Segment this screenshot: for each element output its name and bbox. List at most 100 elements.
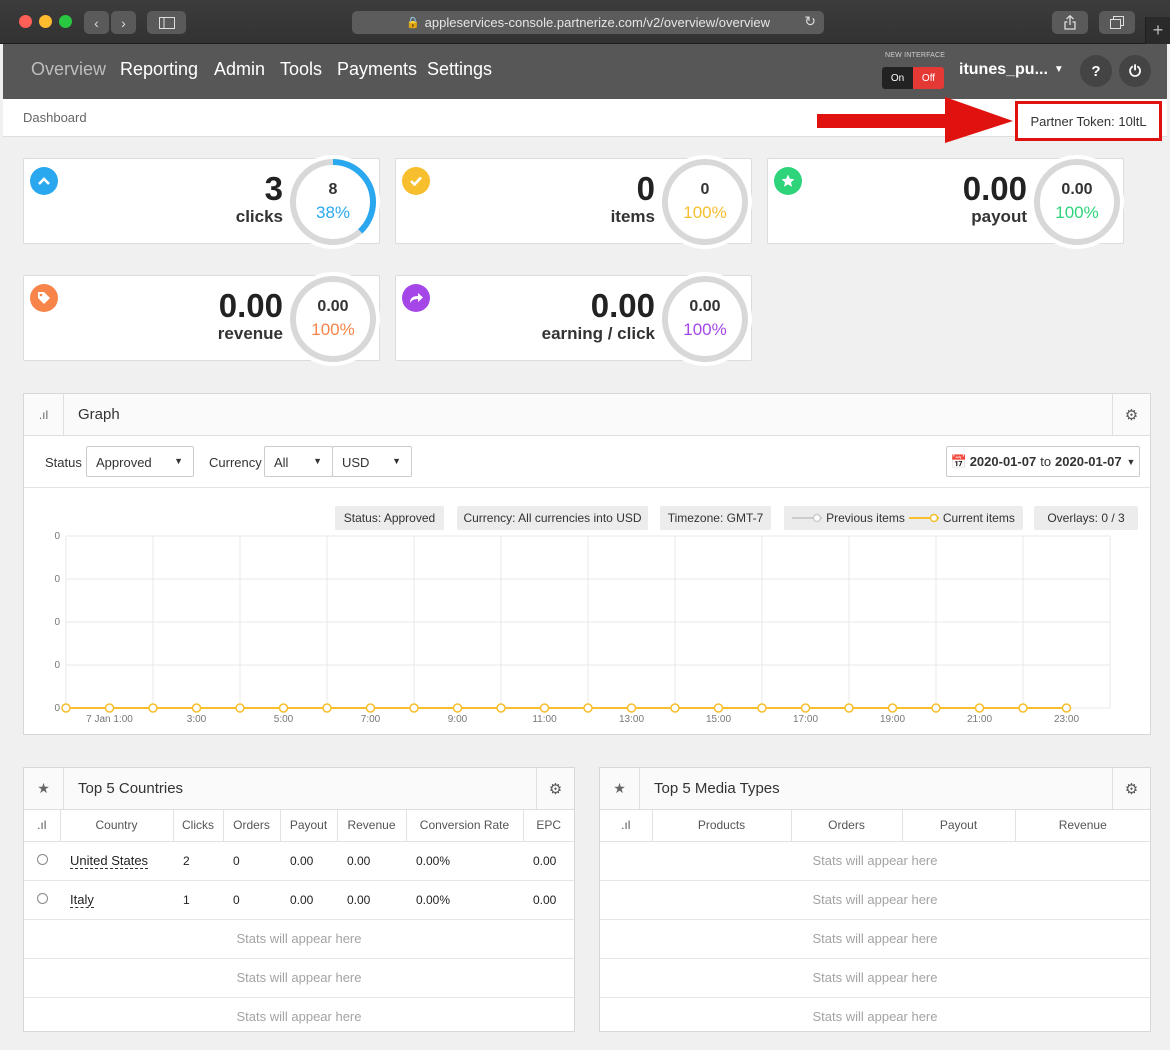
maximize-window-button[interactable] <box>59 15 72 28</box>
red-arrow-annotation <box>817 97 1013 143</box>
x-tick-label: 23:00 <box>1054 714 1079 725</box>
close-window-button[interactable] <box>19 15 32 28</box>
col-revenue[interactable]: Revenue <box>337 810 407 842</box>
data-point[interactable] <box>278 703 289 713</box>
currency-all-select[interactable]: All ▼ <box>264 446 333 477</box>
country-link[interactable]: Italy <box>70 892 94 908</box>
logout-button[interactable]: ⏻ <box>1119 55 1151 87</box>
col-payout[interactable]: Payout <box>280 810 338 842</box>
data-point[interactable] <box>496 703 506 713</box>
star-icon[interactable]: ★ <box>24 768 64 809</box>
data-point[interactable] <box>191 703 202 713</box>
sidebar-toggle-button[interactable] <box>147 11 186 34</box>
card-label: clicks <box>235 207 283 226</box>
top-countries-panel: ★ Top 5 Countries ⚙ .ıl Country Clicks O… <box>23 767 575 1032</box>
x-tick-label: 7 Jan 1:00 <box>86 714 133 725</box>
status-select[interactable]: Approved ▼ <box>86 446 194 477</box>
data-point[interactable] <box>887 703 898 713</box>
empty-row: Stats will appear here <box>600 880 1150 920</box>
col-clicks[interactable]: Clicks <box>173 810 224 842</box>
gear-icon[interactable]: ⚙ <box>1112 768 1150 809</box>
data-point[interactable] <box>452 703 463 713</box>
help-button[interactable]: ? <box>1080 55 1112 87</box>
col-payout[interactable]: Payout <box>902 810 1016 842</box>
empty-placeholder: Stats will appear here <box>600 958 1150 998</box>
top-countries-header: ★ Top 5 Countries ⚙ <box>24 768 574 810</box>
graph-title: Graph <box>78 406 120 423</box>
ring-value: 8 <box>328 181 338 198</box>
data-point[interactable] <box>148 703 158 713</box>
col-conversion-rate[interactable]: Conversion Rate <box>406 810 524 842</box>
data-point[interactable] <box>1018 703 1028 713</box>
data-point[interactable] <box>61 703 71 713</box>
table-row: United States 2 0 0.00 0.00 0.00% 0.00 <box>24 841 574 881</box>
legend-current-items[interactable]: Current items <box>943 511 1015 525</box>
data-point[interactable] <box>1061 703 1072 713</box>
empty-row: Stats will appear here <box>24 919 574 959</box>
currency-select[interactable]: USD ▼ <box>332 446 412 477</box>
data-point[interactable] <box>844 703 854 713</box>
top-countries-title: Top 5 Countries <box>78 780 184 797</box>
forward-button[interactable]: › <box>111 11 136 34</box>
nav-reporting[interactable]: Reporting <box>120 59 198 80</box>
card-label: items <box>610 207 655 226</box>
currency-label: Currency <box>209 455 262 470</box>
data-point[interactable] <box>322 703 332 713</box>
partner-token-text: Partner Token: 10ltL <box>1030 113 1147 129</box>
new-interface-toggle[interactable]: On Off <box>882 67 944 89</box>
data-point[interactable] <box>713 703 724 713</box>
data-point[interactable] <box>583 703 593 713</box>
minimize-window-button[interactable] <box>39 15 52 28</box>
col-orders[interactable]: Orders <box>223 810 281 842</box>
data-point[interactable] <box>670 703 680 713</box>
tabs-overview-button[interactable] <box>1099 11 1135 34</box>
col-orders[interactable]: Orders <box>791 810 903 842</box>
data-point[interactable] <box>931 703 941 713</box>
nav-payments[interactable]: Payments <box>337 59 417 80</box>
data-point[interactable] <box>539 703 550 713</box>
empty-row: Stats will appear here <box>600 958 1150 998</box>
user-menu[interactable]: itunes_pu... ▼ <box>959 61 1064 79</box>
back-button[interactable]: ‹ <box>84 11 109 34</box>
data-point[interactable] <box>104 703 115 713</box>
data-point[interactable] <box>235 703 245 713</box>
x-tick-label: 21:00 <box>967 714 992 725</box>
star-icon[interactable]: ★ <box>600 768 640 809</box>
progress-ring: 0.00 100% <box>286 272 380 366</box>
ring-value: 0 <box>700 181 710 198</box>
breadcrumb[interactable]: Dashboard <box>23 110 87 125</box>
cell-revenue: 0.00 <box>337 880 406 920</box>
x-tick-label: 5:00 <box>274 714 294 725</box>
data-point[interactable] <box>757 703 767 713</box>
col-country[interactable]: Country <box>60 810 174 842</box>
share-button[interactable] <box>1052 11 1088 34</box>
gear-icon[interactable]: ⚙ <box>536 768 574 809</box>
empty-placeholder: Stats will appear here <box>812 1009 938 1025</box>
share-icon <box>402 284 430 312</box>
row-radio[interactable] <box>36 892 48 904</box>
date-range-picker[interactable]: 📅 2020-01-07 to 2020-01-07 ▼ <box>946 446 1140 477</box>
country-link[interactable]: United States <box>70 853 149 869</box>
data-point[interactable] <box>365 703 376 713</box>
col-epc[interactable]: EPC <box>523 810 574 842</box>
card-value: 0.00 <box>962 170 1027 207</box>
data-point[interactable] <box>974 703 985 713</box>
nav-overview[interactable]: Overview <box>31 59 106 80</box>
toggle-on[interactable]: On <box>882 67 913 89</box>
col-revenue[interactable]: Revenue <box>1015 810 1150 842</box>
data-point[interactable] <box>409 703 419 713</box>
reload-icon[interactable]: ↻ <box>804 13 816 30</box>
data-point[interactable] <box>626 703 637 713</box>
nav-admin[interactable]: Admin <box>214 59 265 80</box>
nav-tools[interactable]: Tools <box>280 59 322 80</box>
previous-items-legend-icon <box>792 513 823 523</box>
data-point[interactable] <box>800 703 811 713</box>
row-radio[interactable] <box>36 853 48 865</box>
col-products[interactable]: Products <box>652 810 792 842</box>
gear-icon[interactable]: ⚙ <box>1112 394 1150 435</box>
nav-settings[interactable]: Settings <box>427 59 492 80</box>
toggle-off[interactable]: Off <box>913 67 944 89</box>
legend-previous-items[interactable]: Previous items <box>826 511 905 525</box>
new-tab-button[interactable]: + <box>1145 17 1170 44</box>
address-bar[interactable]: 🔒 appleservices-console.partnerize.com/v… <box>352 11 824 34</box>
